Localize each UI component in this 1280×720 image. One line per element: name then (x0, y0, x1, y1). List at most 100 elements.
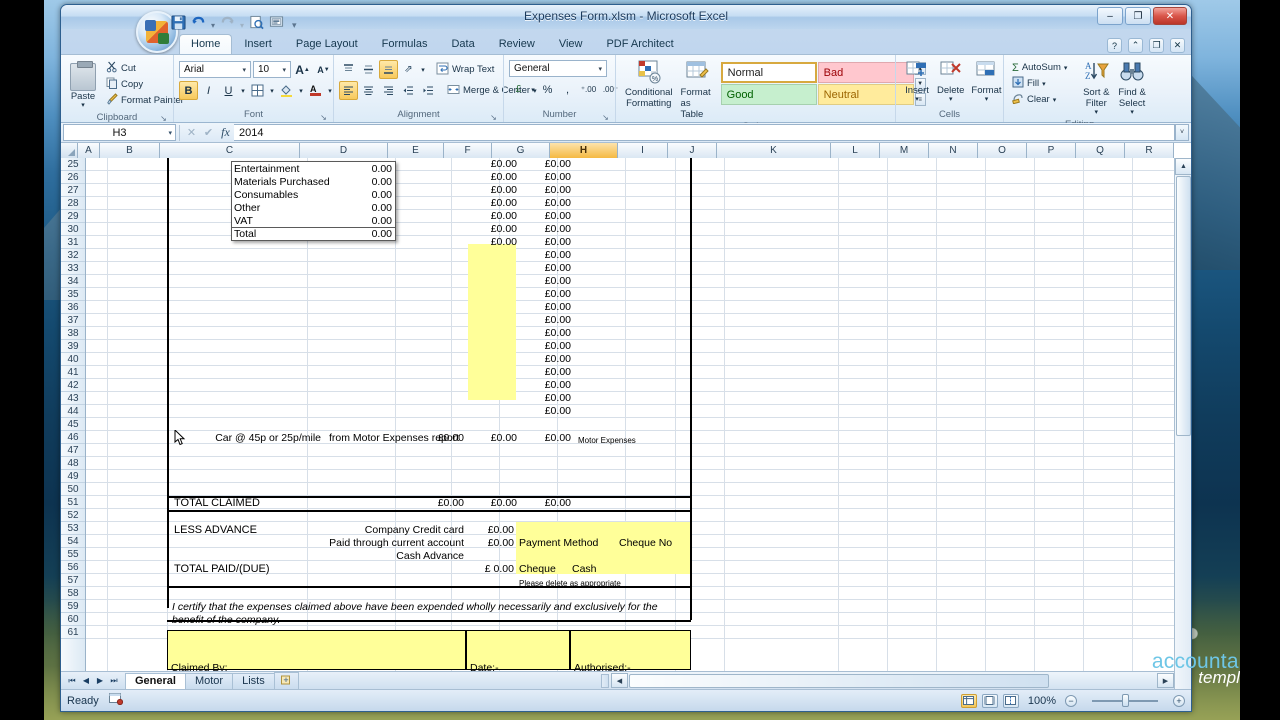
row-header-38[interactable]: 38 (61, 327, 85, 340)
grow-font-button[interactable]: A▲ (293, 60, 312, 79)
print-preview-icon[interactable] (249, 15, 264, 35)
row-header-35[interactable]: 35 (61, 288, 85, 301)
row-header-29[interactable]: 29 (61, 210, 85, 223)
comma-format-button[interactable]: , (558, 80, 577, 99)
column-header-E[interactable]: E (388, 143, 444, 158)
cell-G33[interactable]: £0.00 (523, 262, 571, 275)
wrap-text-button[interactable]: Wrap Text (433, 62, 497, 77)
format-cells-button[interactable]: Format ▾ (968, 59, 1004, 106)
undo-dropdown-icon[interactable]: ▾ (211, 21, 215, 30)
italic-button[interactable]: I (199, 81, 218, 100)
borders-button[interactable] (248, 81, 267, 100)
borders-dropdown-icon[interactable]: ▾ (268, 81, 276, 100)
zoom-out-button[interactable]: − (1065, 695, 1077, 707)
column-header-O[interactable]: O (978, 143, 1027, 158)
ribbon-tab-pdf-architect[interactable]: PDF Architect (594, 34, 685, 54)
paste-dropdown-icon[interactable]: ▾ (81, 100, 85, 111)
cell-style-good[interactable]: Good (721, 84, 817, 105)
first-sheet-button[interactable]: ⏮ (65, 674, 79, 688)
font-name-input[interactable]: Arial ▾ (179, 61, 251, 78)
fill-button[interactable]: Fill ▾ (1009, 76, 1070, 91)
underline-dropdown-icon[interactable]: ▾ (239, 81, 247, 100)
expand-formula-bar-button[interactable]: ˅ (1175, 124, 1189, 141)
cell-G37[interactable]: £0.00 (523, 314, 571, 327)
select-all-corner[interactable] (61, 143, 78, 158)
column-header-G[interactable]: G (492, 143, 550, 158)
column-header-I[interactable]: I (618, 143, 668, 158)
autosum-button[interactable]: Σ AutoSum ▾ (1009, 60, 1070, 75)
redo-icon[interactable] (220, 15, 235, 35)
cell-G31[interactable]: £0.00 (523, 236, 571, 249)
increase-indent-button[interactable] (419, 81, 438, 100)
column-header-F[interactable]: F (444, 143, 492, 158)
column-header-P[interactable]: P (1027, 143, 1076, 158)
minimize-ribbon-button[interactable]: ⌃ (1128, 38, 1143, 53)
top-align-button[interactable] (339, 60, 358, 79)
row-header-43[interactable]: 43 (61, 392, 85, 405)
row-header-47[interactable]: 47 (61, 444, 85, 457)
conditional-formatting-button[interactable]: % Conditional Formatting (621, 59, 677, 110)
column-header-Q[interactable]: Q (1076, 143, 1125, 158)
percent-format-button[interactable]: % (538, 80, 557, 99)
cell-F25[interactable]: £0.00 (469, 158, 517, 171)
alignment-dialog-launcher[interactable]: ↘ (489, 113, 498, 122)
column-header-D[interactable]: D (300, 143, 388, 158)
name-box-dropdown-icon[interactable]: ▾ (168, 129, 172, 137)
row-header-44[interactable]: 44 (61, 405, 85, 418)
font-dialog-launcher[interactable]: ↘ (319, 113, 328, 122)
insert-function-icon[interactable]: fx (217, 125, 234, 141)
delete-cells-button[interactable]: Delete ▾ (933, 59, 968, 106)
row-header-42[interactable]: 42 (61, 379, 85, 392)
zoom-level-label[interactable]: 100% (1028, 695, 1056, 707)
sheet-tab-lists[interactable]: Lists (232, 673, 275, 689)
cell-G36[interactable]: £0.00 (523, 301, 571, 314)
ribbon-tab-data[interactable]: Data (439, 34, 486, 54)
ribbon-tab-page-layout[interactable]: Page Layout (284, 34, 370, 54)
cell-G42[interactable]: £0.00 (523, 379, 571, 392)
row-header-57[interactable]: 57 (61, 574, 85, 587)
font-name-dropdown-icon[interactable]: ▾ (240, 66, 248, 74)
row-header-49[interactable]: 49 (61, 470, 85, 483)
sort-filter-button[interactable]: AZ Sort & Filter ▾ (1078, 59, 1114, 119)
row-header-37[interactable]: 37 (61, 314, 85, 327)
row-header-25[interactable]: 25 (61, 158, 85, 171)
column-header-A[interactable]: A (78, 143, 100, 158)
cell-G30[interactable]: £0.00 (523, 223, 571, 236)
vertical-scrollbar[interactable]: ▲ ▼ (1174, 158, 1191, 711)
column-header-H[interactable]: H (550, 143, 618, 158)
normal-view-button[interactable] (961, 694, 977, 708)
name-box[interactable]: H3 ▾ (63, 124, 176, 141)
zoom-slider-handle[interactable] (1122, 694, 1129, 707)
undo-icon[interactable] (191, 15, 206, 35)
sheet-tab-general[interactable]: General (125, 673, 186, 689)
cell-F30[interactable]: £0.00 (469, 223, 517, 236)
ribbon-tab-view[interactable]: View (547, 34, 595, 54)
number-dialog-launcher[interactable]: ↘ (601, 113, 610, 122)
row-header-59[interactable]: 59 (61, 600, 85, 613)
next-sheet-button[interactable]: ▶ (93, 674, 107, 688)
scroll-up-button[interactable]: ▲ (1175, 158, 1192, 175)
row-header-27[interactable]: 27 (61, 184, 85, 197)
font-size-dropdown-icon[interactable]: ▾ (280, 66, 288, 74)
cancel-formula-icon[interactable]: ✕ (183, 125, 200, 141)
column-header-C[interactable]: C (160, 143, 300, 158)
ribbon-tab-home[interactable]: Home (179, 34, 232, 54)
orientation-button[interactable]: ⇗ (399, 60, 418, 79)
row-header-30[interactable]: 30 (61, 223, 85, 236)
insert-worksheet-button[interactable] (274, 672, 299, 690)
fill-color-button[interactable] (277, 81, 296, 100)
workbook-restore-button[interactable]: ❐ (1149, 38, 1164, 53)
row-header-36[interactable]: 36 (61, 301, 85, 314)
ribbon-tab-insert[interactable]: Insert (232, 34, 284, 54)
horizontal-scrollbar[interactable]: ◀ ▶ (601, 671, 1174, 689)
paste-button[interactable]: Paste ▾ (66, 59, 100, 112)
cell-G41[interactable]: £0.00 (523, 366, 571, 379)
row-header-55[interactable]: 55 (61, 548, 85, 561)
column-header-M[interactable]: M (880, 143, 929, 158)
ribbon-tab-review[interactable]: Review (487, 34, 547, 54)
last-sheet-button[interactable]: ⏭ (107, 674, 121, 688)
orientation-dropdown-icon[interactable]: ▾ (419, 60, 427, 79)
row-header-45[interactable]: 45 (61, 418, 85, 431)
cell-G32[interactable]: £0.00 (523, 249, 571, 262)
accounting-format-button[interactable]: £ (509, 80, 528, 99)
